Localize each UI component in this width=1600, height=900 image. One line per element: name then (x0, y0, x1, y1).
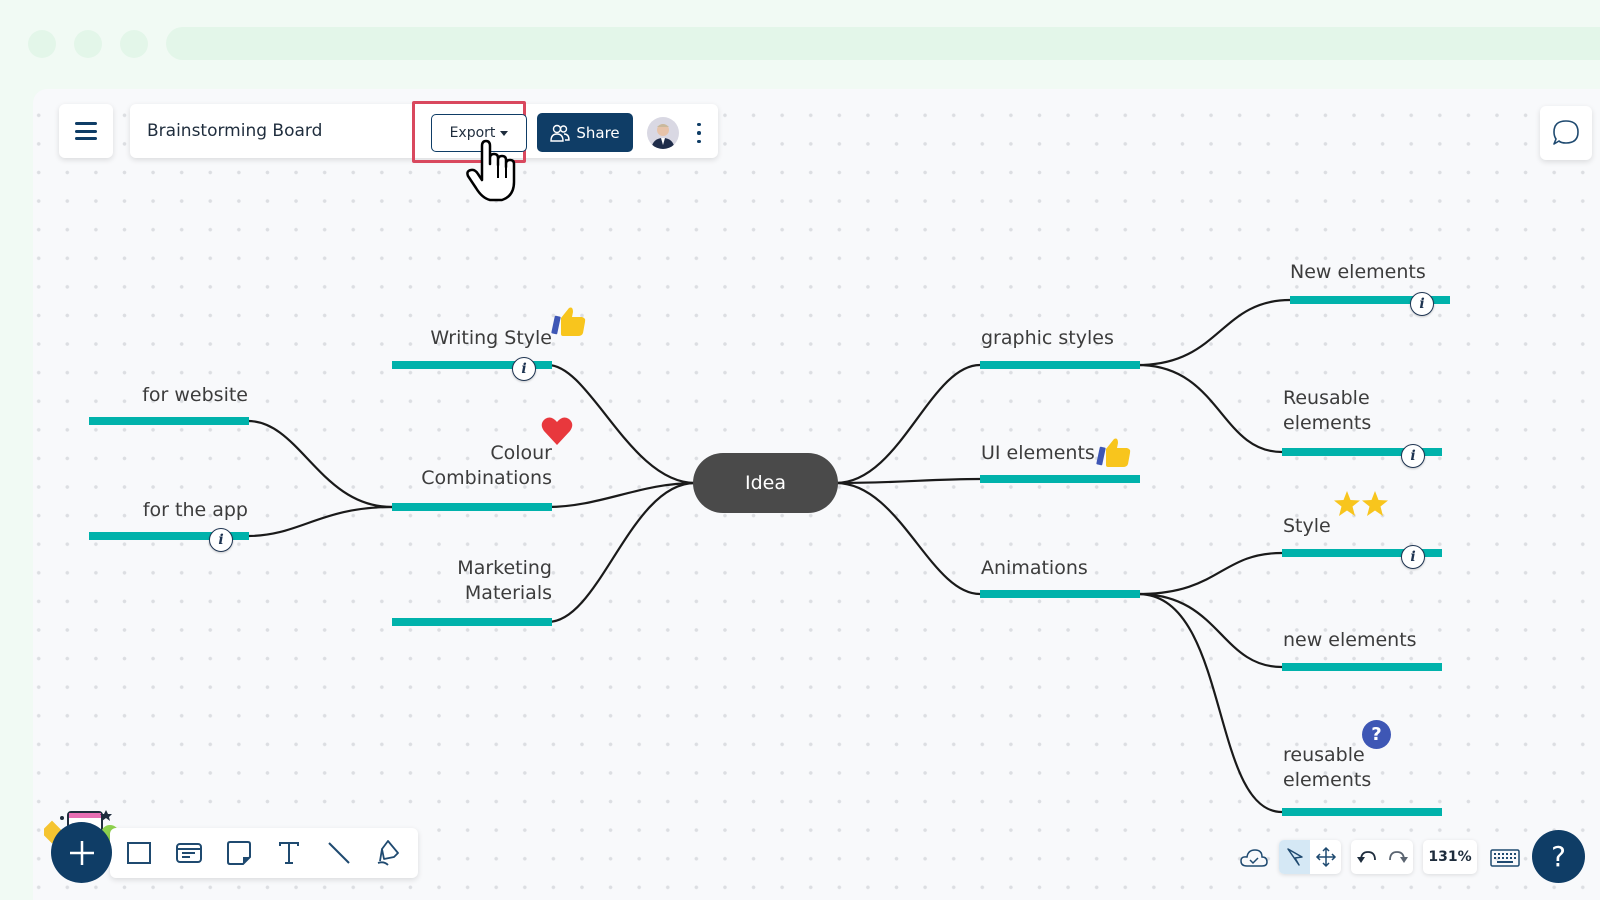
node-reusable-elements-lower-line2[interactable]: elements (1283, 768, 1371, 793)
arrow-pointer-icon (1286, 848, 1303, 866)
node-style[interactable]: Style (1283, 514, 1331, 539)
branch-bar (1282, 808, 1442, 816)
more-options-icon[interactable] (692, 120, 706, 146)
connector (835, 481, 981, 596)
add-button[interactable] (51, 822, 112, 883)
avatar-image (651, 124, 675, 149)
connector (1137, 551, 1283, 596)
comments-button[interactable] (1540, 106, 1592, 160)
zoom-level-button[interactable]: 131% (1423, 840, 1477, 874)
connector (247, 505, 393, 538)
zoom-level: 131% (1428, 849, 1472, 865)
connector (547, 481, 696, 509)
node-for-the-app[interactable]: for the app (96, 498, 248, 523)
share-label: Share (576, 123, 620, 142)
connector (547, 481, 696, 624)
creation-toolbar (110, 828, 418, 878)
node-marketing-materials-line1[interactable]: Marketing (400, 556, 552, 581)
connector (1137, 592, 1283, 669)
connector (247, 419, 393, 509)
connector (1137, 592, 1283, 814)
branch-bar (980, 475, 1140, 483)
card-icon (176, 843, 202, 863)
pointer-mode-group (1279, 840, 1341, 874)
board-title[interactable]: Brainstorming Board (147, 121, 322, 141)
card-tool[interactable] (172, 836, 206, 870)
share-button[interactable]: Share (537, 113, 633, 152)
center-node-idea[interactable]: Idea (693, 453, 838, 513)
thumbs-up-icon (551, 307, 586, 336)
comment-bubble-icon (1553, 120, 1579, 145)
branch-bar (392, 618, 552, 626)
hand-cursor-icon (466, 139, 516, 202)
connector (1137, 363, 1283, 454)
node-graphic-styles[interactable]: graphic styles (981, 326, 1114, 351)
node-animations[interactable]: Animations (981, 556, 1088, 581)
user-avatar[interactable] (647, 117, 679, 149)
info-icon[interactable]: i (1410, 292, 1434, 316)
info-icon[interactable]: i (1401, 545, 1425, 569)
heart-icon (541, 417, 573, 445)
info-icon[interactable]: i (1401, 444, 1425, 468)
move-arrows-icon (1315, 846, 1336, 868)
connector (835, 363, 981, 485)
node-ui-elements[interactable]: UI elements (981, 441, 1095, 466)
sticky-note-tool[interactable] (222, 836, 256, 870)
thumbs-up-icon (1096, 438, 1131, 467)
sticky-note-icon (227, 841, 251, 865)
plus-icon (69, 840, 94, 865)
node-new-elements[interactable]: New elements (1290, 260, 1426, 285)
node-new-elements-lower[interactable]: new elements (1283, 628, 1417, 653)
caret-down-icon (500, 130, 509, 136)
branch-bar (980, 590, 1140, 598)
line-icon (328, 842, 350, 864)
info-icon[interactable]: i (512, 357, 536, 381)
two-stars-icon (1334, 491, 1388, 516)
branch-bar (980, 361, 1140, 369)
node-writing-style[interactable]: Writing Style (400, 326, 552, 351)
pen-icon (377, 840, 399, 866)
info-icon[interactable]: i (209, 528, 233, 552)
connector (1137, 298, 1291, 367)
redo-icon[interactable] (1387, 848, 1409, 866)
question-icon: ? (1362, 720, 1391, 749)
undo-icon[interactable] (1356, 848, 1378, 866)
pan-tool[interactable] (1310, 840, 1341, 874)
node-colour-combinations-line2[interactable]: Combinations (400, 466, 552, 491)
cloud-saved-icon (1240, 849, 1268, 867)
select-tool[interactable] (1279, 840, 1310, 874)
node-reusable-elements-line2[interactable]: elements (1283, 411, 1371, 436)
text-icon (279, 842, 299, 864)
help-button[interactable]: ? (1532, 830, 1585, 883)
node-reusable-elements-line1[interactable]: Reusable (1283, 386, 1370, 411)
rectangle-tool[interactable] (122, 836, 156, 870)
text-tool[interactable] (272, 836, 306, 870)
branch-bar (1282, 663, 1442, 671)
hamburger-icon (75, 122, 97, 140)
branch-bar (89, 417, 249, 425)
history-group (1351, 840, 1413, 874)
node-colour-combinations-line1[interactable]: Colour (400, 441, 552, 466)
users-icon (550, 124, 571, 142)
node-marketing-materials-line2[interactable]: Materials (400, 581, 552, 606)
pen-tool[interactable] (372, 836, 406, 870)
node-reusable-elements-lower-line1[interactable]: reusable (1283, 743, 1365, 768)
keyboard-icon[interactable] (1490, 849, 1520, 867)
menu-button[interactable] (59, 104, 113, 158)
line-tool[interactable] (322, 836, 356, 870)
rectangle-icon (127, 842, 151, 864)
branch-bar (392, 503, 552, 511)
connector (835, 477, 981, 485)
node-for-website[interactable]: for website (96, 383, 248, 408)
